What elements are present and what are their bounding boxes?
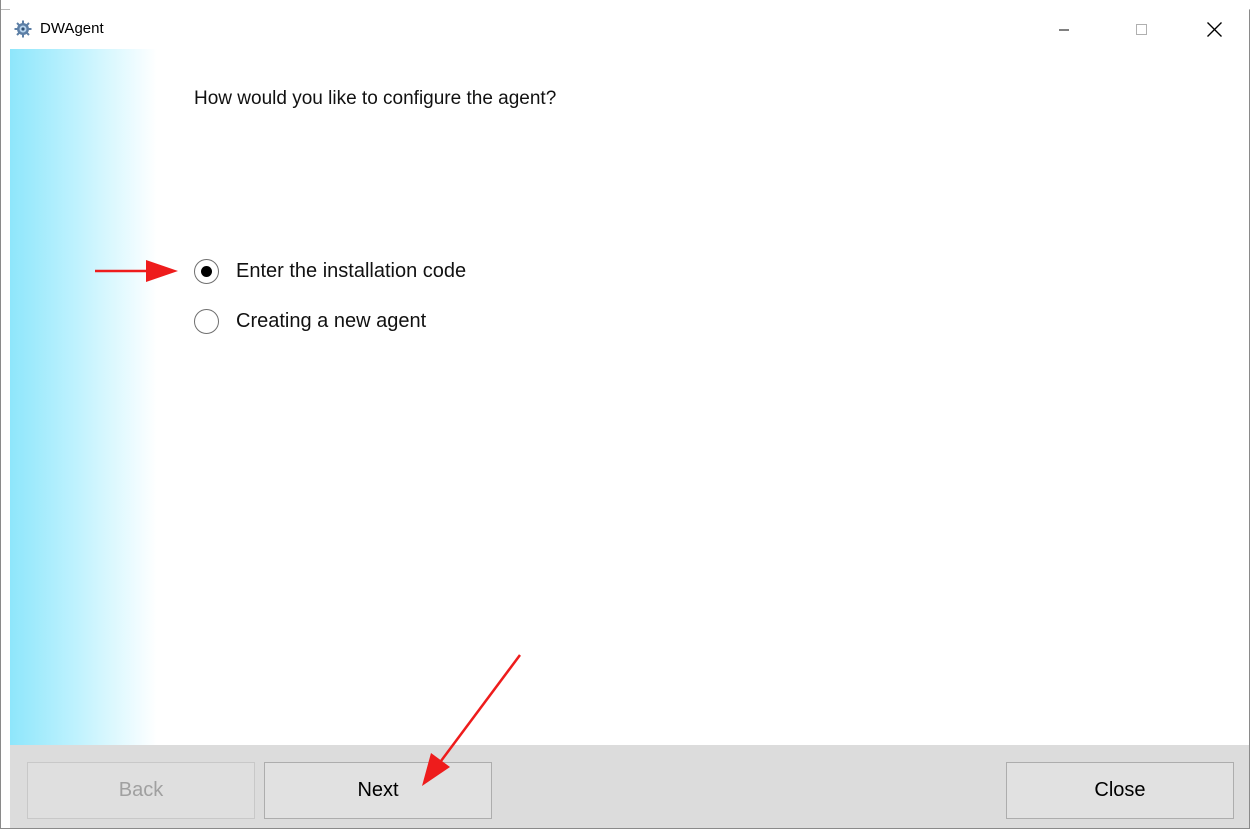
title-bar[interactable]: DWAgent xyxy=(10,9,1249,49)
maximize-icon xyxy=(1136,24,1147,35)
minimize-icon xyxy=(1059,29,1069,31)
installation-code-radio[interactable] xyxy=(194,258,219,284)
new-agent-label[interactable]: Creating a new agent xyxy=(236,310,426,333)
close-icon xyxy=(1207,22,1222,37)
close-window-button[interactable] xyxy=(1191,9,1237,49)
dwagent-window: DWAgent How would you like to configure … xyxy=(0,0,1250,829)
new-agent-radio[interactable] xyxy=(194,308,219,334)
installation-code-label[interactable]: Enter the installation code xyxy=(236,260,466,283)
window-title: DWAgent xyxy=(40,20,104,37)
option-installation-code[interactable]: Enter the installation code xyxy=(194,256,466,286)
next-button[interactable]: Next xyxy=(264,762,492,819)
gear-icon xyxy=(14,20,32,38)
button-bar: Back Next Close xyxy=(10,745,1249,828)
option-new-agent[interactable]: Creating a new agent xyxy=(194,306,426,336)
maximize-button[interactable] xyxy=(1118,9,1164,49)
minimize-button[interactable] xyxy=(1041,9,1087,49)
close-button[interactable]: Close xyxy=(1006,762,1234,819)
side-banner-gradient xyxy=(10,49,157,745)
back-button[interactable]: Back xyxy=(27,762,255,819)
page-question: How would you like to configure the agen… xyxy=(194,88,557,109)
